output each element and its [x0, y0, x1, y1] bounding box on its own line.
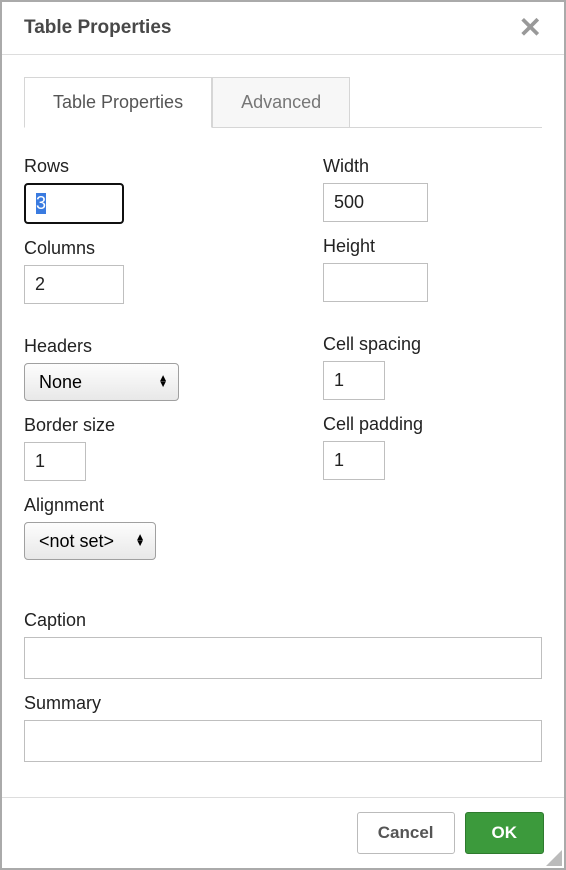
resize-handle-icon[interactable]: [546, 850, 562, 866]
height-label: Height: [323, 236, 542, 257]
alignment-select[interactable]: <not set> ▲▼: [24, 522, 156, 560]
columns-input[interactable]: [24, 265, 124, 304]
summary-label: Summary: [24, 693, 542, 714]
table-properties-dialog: Table Properties ✕ Table Properties Adva…: [0, 0, 566, 870]
title-bar: Table Properties ✕: [2, 2, 564, 55]
height-input[interactable]: [323, 263, 428, 302]
headers-select[interactable]: None ▲▼: [24, 363, 179, 401]
caption-label: Caption: [24, 610, 542, 631]
tab-advanced[interactable]: Advanced: [212, 77, 350, 127]
dialog-title: Table Properties: [24, 17, 171, 39]
cell-spacing-label: Cell spacing: [323, 334, 542, 355]
ok-button[interactable]: OK: [465, 812, 545, 854]
alignment-label: Alignment: [24, 495, 243, 516]
headers-value: None: [39, 372, 82, 393]
dropdown-arrows-icon: ▲▼: [135, 535, 145, 547]
close-icon[interactable]: ✕: [515, 14, 546, 42]
width-input[interactable]: [323, 183, 428, 222]
headers-label: Headers: [24, 336, 243, 357]
rows-input[interactable]: [24, 183, 124, 224]
width-label: Width: [323, 156, 542, 177]
caption-input[interactable]: [24, 637, 542, 679]
cancel-button[interactable]: Cancel: [357, 812, 455, 854]
border-size-input[interactable]: [24, 442, 86, 481]
dialog-footer: Cancel OK: [2, 797, 564, 868]
rows-label: Rows: [24, 156, 243, 177]
cell-spacing-input[interactable]: [323, 361, 385, 400]
columns-label: Columns: [24, 238, 243, 259]
alignment-value: <not set>: [39, 531, 114, 552]
border-size-label: Border size: [24, 415, 243, 436]
summary-input[interactable]: [24, 720, 542, 762]
cell-padding-input[interactable]: [323, 441, 385, 480]
dialog-content: Rows Columns Headers None ▲▼ Border s: [2, 128, 564, 797]
tab-table-properties[interactable]: Table Properties: [24, 77, 212, 128]
tab-bar: Table Properties Advanced: [24, 77, 542, 128]
dropdown-arrows-icon: ▲▼: [158, 376, 168, 388]
cell-padding-label: Cell padding: [323, 414, 542, 435]
